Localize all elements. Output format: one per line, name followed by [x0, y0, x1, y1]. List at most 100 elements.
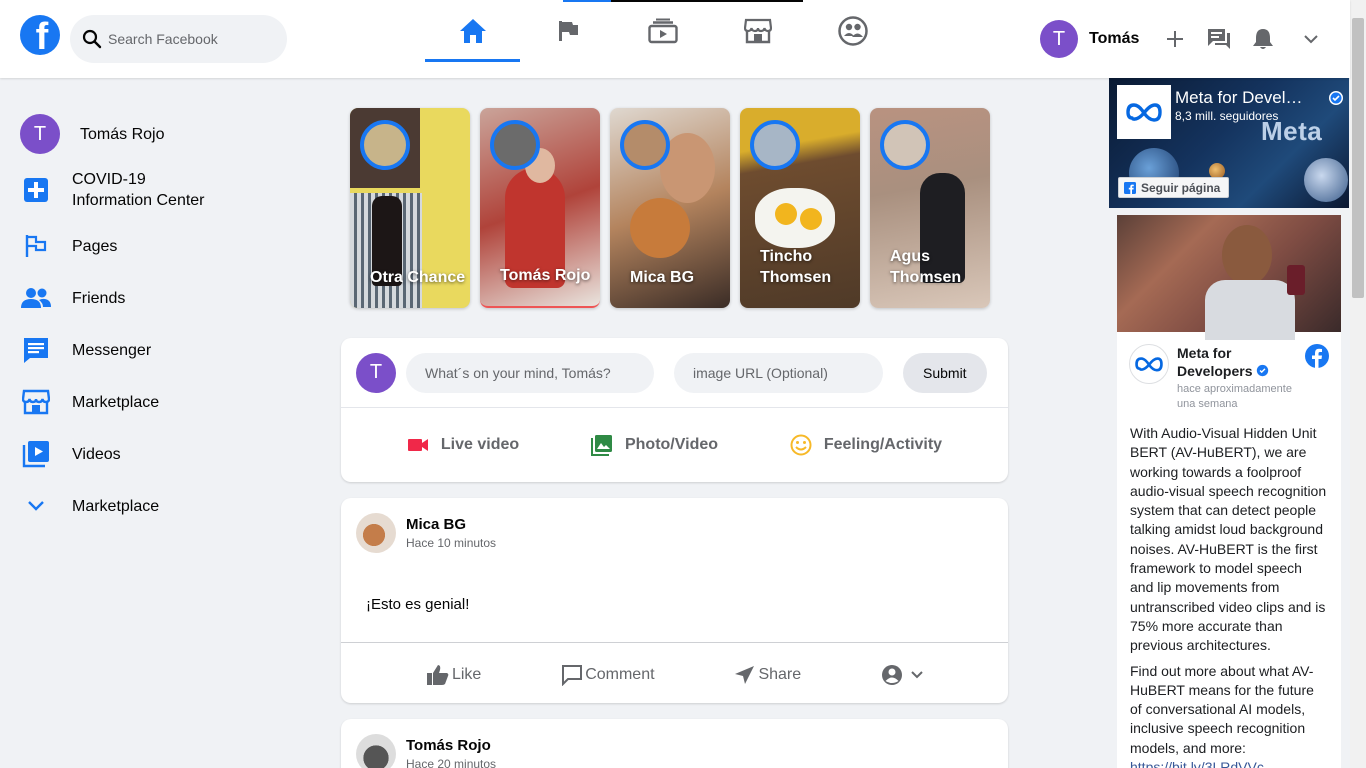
sidebar-item-friends[interactable]: Friends: [20, 272, 280, 324]
marketplace-icon: [743, 18, 772, 44]
sidebar-item-pages[interactable]: Pages: [20, 220, 280, 272]
stories-row: Otra Chance Tomás Rojo Mica BG Tincho Th…: [350, 108, 990, 308]
feeling-activity-label: Feeling/Activity: [823, 435, 943, 453]
create-plus-icon[interactable]: [1163, 27, 1187, 51]
chevron-down-icon: [28, 501, 44, 511]
story-card[interactable]: Tomás Rojo: [480, 108, 600, 308]
verified-badge-icon: [1257, 364, 1269, 377]
photo-video-button[interactable]: Photo/Video: [590, 434, 719, 456]
avatar: T: [20, 114, 60, 154]
avatar[interactable]: [356, 513, 396, 553]
pages-flag-icon: [558, 21, 578, 41]
share-icon: [735, 666, 755, 684]
account-chevron-down-icon[interactable]: [1299, 27, 1323, 51]
follow-page-button[interactable]: Seguir página: [1118, 177, 1230, 198]
tab-watch[interactable]: [615, 0, 710, 62]
friends-icon: [21, 288, 51, 308]
share-button[interactable]: Share: [734, 665, 801, 685]
thumbs-up-icon: [426, 665, 449, 685]
scrollbar-thumb[interactable]: [1352, 18, 1364, 298]
home-icon: [459, 19, 486, 43]
avatar[interactable]: [356, 734, 396, 768]
groups-icon: [837, 16, 868, 46]
post-timestamp: Hace 20 minutos: [406, 756, 497, 768]
story-card[interactable]: Otra Chance: [350, 108, 470, 308]
sidebar-item-label: COVID-19 Information Center: [72, 171, 205, 209]
story-card[interactable]: Agus Thomsen: [870, 108, 990, 308]
story-name: Agus Thomsen: [890, 248, 962, 286]
avatar: T: [356, 352, 396, 393]
post-card: Tomás Rojo Hace 20 minutos: [341, 719, 1008, 768]
like-label: Like: [451, 666, 482, 683]
sidebar-item-label: Marketplace: [72, 497, 160, 515]
sidebar-item-see-more[interactable]: Marketplace: [20, 480, 280, 532]
post-text-input[interactable]: [406, 352, 654, 393]
feed-page-name[interactable]: Meta for Developers: [1177, 344, 1292, 380]
covid-plus-icon: [24, 178, 48, 202]
pages-flag-icon: [25, 235, 47, 257]
image-url-input[interactable]: [674, 352, 883, 393]
decorative-planet: [1304, 158, 1348, 202]
tab-pages[interactable]: [520, 0, 615, 62]
photo-video-label: Photo/Video: [624, 435, 719, 453]
page-followers: 8,3 mill. seguidores: [1175, 109, 1279, 123]
comment-icon: [562, 665, 583, 686]
comment-button[interactable]: Comment: [561, 664, 655, 686]
post-text: ¡Esto es genial!: [366, 596, 470, 613]
meta-infinity-icon: [1135, 357, 1163, 372]
profile-circle-icon: [882, 665, 903, 685]
like-button[interactable]: Like: [426, 664, 481, 686]
story-avatar: [750, 120, 800, 170]
audience-selector[interactable]: [881, 664, 923, 686]
feed-timestamp[interactable]: hace aproximadamente una semana: [1177, 382, 1292, 412]
facebook-logo[interactable]: f: [20, 15, 60, 55]
watch-icon: [647, 18, 678, 44]
sidebar-item-profile[interactable]: T Tomás Rojo: [20, 112, 280, 156]
page-scrollbar[interactable]: [1350, 0, 1366, 768]
facebook-logo-icon[interactable]: [1305, 344, 1329, 368]
tab-home[interactable]: [425, 0, 520, 62]
header-user-name[interactable]: Tomás: [1089, 30, 1139, 48]
avatar[interactable]: [1129, 344, 1169, 384]
story-name: Mica BG: [630, 269, 695, 286]
smiley-icon: [790, 434, 812, 455]
tab-marketplace[interactable]: [710, 0, 805, 62]
messenger-chat-icon[interactable]: [1207, 27, 1231, 51]
sidebar-item-label: Tomás Rojo: [80, 125, 165, 143]
photo-icon: [590, 434, 612, 456]
sidebar-item-label: Marketplace: [72, 393, 160, 411]
post-author[interactable]: Tomás Rojo: [406, 736, 496, 756]
story-avatar: [490, 120, 540, 170]
sidebar-item-label: Messenger: [72, 341, 152, 359]
left-sidebar: T Tomás Rojo COVID-19 Information Center…: [20, 112, 280, 532]
feed-paragraph: Find out more about what AV-HuBERT means…: [1130, 662, 1314, 756]
sidebar-item-label: Pages: [72, 237, 118, 255]
story-avatar: [620, 120, 670, 170]
sidebar-item-covid[interactable]: COVID-19 Information Center: [20, 160, 280, 220]
sidebar-item-videos[interactable]: Videos: [20, 428, 280, 480]
sidebar-item-marketplace[interactable]: Marketplace: [20, 376, 280, 428]
tab-groups[interactable]: [805, 0, 900, 62]
comment-label: Comment: [585, 666, 655, 683]
sidebar-item-label: Friends: [72, 289, 126, 307]
story-name: Tomás Rojo: [500, 267, 591, 284]
facebook-small-icon: [1124, 181, 1136, 194]
story-card[interactable]: Tincho Thomsen: [740, 108, 860, 308]
live-video-button[interactable]: Live video: [407, 436, 519, 454]
search-icon: [82, 29, 102, 49]
feed-link[interactable]: https://bit.ly/3LRdVVc: [1130, 759, 1264, 768]
meta-logo[interactable]: [1117, 85, 1171, 139]
page-plugin-post: Meta for Developers hace aproximadamente…: [1117, 215, 1341, 768]
page-plugin-header[interactable]: Meta Meta for Devel… 8,3 mill. seguidore…: [1109, 78, 1349, 208]
avatar[interactable]: T: [1040, 20, 1078, 58]
search-box[interactable]: [70, 15, 287, 63]
post-author[interactable]: Mica BG: [406, 515, 496, 535]
submit-button[interactable]: Submit: [903, 352, 987, 393]
notifications-bell-icon[interactable]: [1251, 27, 1275, 51]
feeling-activity-button[interactable]: Feeling/Activity: [790, 434, 942, 456]
page-title[interactable]: Meta for Devel…: [1175, 88, 1325, 108]
search-input[interactable]: [108, 31, 268, 47]
post-image[interactable]: [1117, 215, 1341, 340]
sidebar-item-messenger[interactable]: Messenger: [20, 324, 280, 376]
story-card[interactable]: Mica BG: [610, 108, 730, 308]
